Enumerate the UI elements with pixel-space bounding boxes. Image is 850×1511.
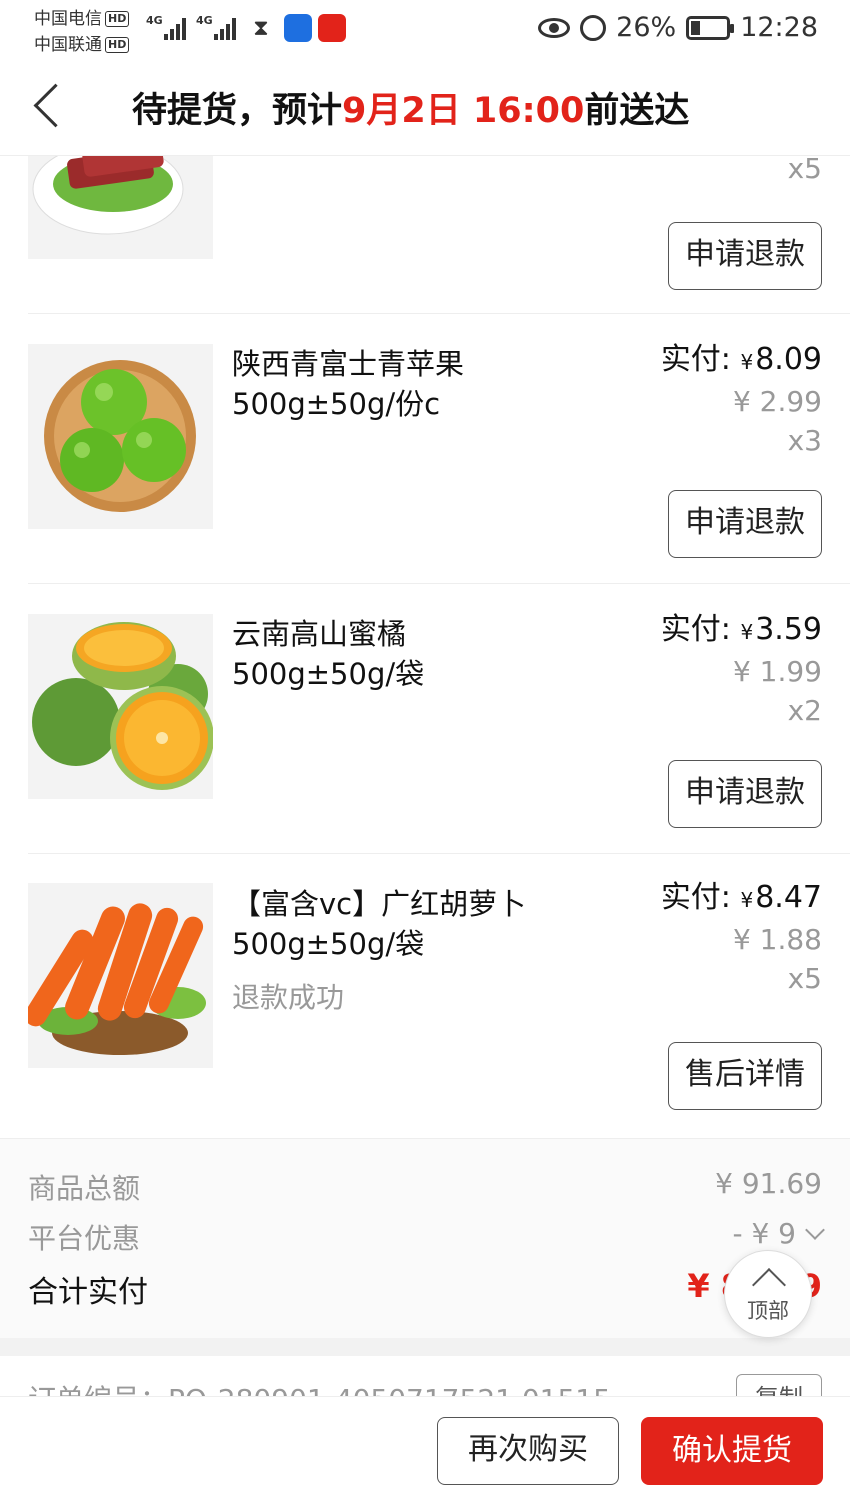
refund-button[interactable]: 申请退款	[668, 222, 822, 290]
paid-amount: 实付: ¥3.59	[660, 612, 822, 647]
refund-button[interactable]: 申请退款	[668, 760, 822, 828]
unit-price: ¥ 1.88	[732, 923, 822, 956]
hd-badge: HD	[105, 11, 130, 27]
list-item: x5 申请退款	[0, 74, 850, 314]
product-name: 云南高山蜜橘	[232, 617, 407, 651]
product-name: 陕西青富士青苹果	[232, 347, 465, 381]
paid-amount: 实付: ¥8.47	[660, 880, 822, 915]
order-number-row: 订单编号：PO-280901-4050717521 01515 复制	[0, 1356, 850, 1396]
total-label: 合计实付	[28, 1275, 148, 1310]
order-number: 订单编号：PO-280901-4050717521 01515	[28, 1378, 611, 1396]
unit-price: ¥ 1.99	[732, 655, 822, 688]
confirm-pickup-button[interactable]: 确认提货	[641, 1417, 823, 1485]
chevron-down-icon	[805, 1220, 825, 1240]
product-spec: 500g±50g/袋	[232, 927, 425, 961]
quantity: x2	[787, 694, 822, 727]
green-apples-image	[28, 344, 213, 529]
back-arrow-icon[interactable]	[30, 82, 70, 132]
after-sales-button[interactable]: 售后详情	[668, 1042, 822, 1110]
product-name: 【富含vc】广红胡萝卜	[232, 887, 527, 921]
tangerines-image	[28, 614, 213, 799]
goods-total-value: ¥ 91.69	[715, 1167, 822, 1200]
title-date: 9月2日 16:00	[342, 91, 585, 131]
alarm-icon	[580, 14, 607, 41]
list-item: 云南高山蜜橘 500g±50g/袋 实付: ¥3.59 ¥ 1.99 x2 申请…	[0, 584, 850, 854]
product-spec: 500g±50g/袋	[232, 657, 425, 691]
buy-again-button[interactable]: 再次购买	[437, 1417, 619, 1485]
back-to-top-button[interactable]: 顶部	[724, 1250, 812, 1338]
eye-icon	[538, 17, 571, 38]
paid-amount: 实付: ¥8.09	[660, 342, 822, 377]
app-notification-icon	[284, 14, 312, 42]
unit-price: ¥ 2.99	[732, 385, 822, 418]
quantity: x3	[787, 424, 822, 457]
status-right: 26% 12:28	[538, 12, 818, 43]
carrots-image	[28, 883, 213, 1068]
back-to-top-label: 顶部	[747, 1299, 789, 1323]
page-title: 待提货，预计9月2日 16:00前送达	[132, 82, 689, 133]
carrier-2: 中国联通	[34, 35, 102, 55]
signal-icon: 4G	[146, 14, 190, 42]
product-spec: 500g±50g/份c	[232, 387, 441, 421]
discount-label: 平台优惠	[28, 1222, 141, 1255]
title-prefix: 待提货，预计	[132, 91, 343, 131]
clock: 12:28	[740, 12, 818, 43]
status-bar: 中国电信 HD 中国联通 HD 4G 4G ⧗ 26% 12:28	[0, 0, 850, 60]
hourglass-icon: ⧗	[253, 16, 269, 41]
battery-percent: 26%	[616, 12, 677, 43]
title-suffix: 前送达	[584, 91, 690, 131]
carrier-1: 中国电信	[34, 9, 102, 29]
quantity: x5	[787, 962, 822, 995]
list-item: 【富含vc】广红胡萝卜 500g±50g/袋 退款成功 实付: ¥8.47 ¥ …	[0, 854, 850, 1138]
order-summary: 商品总额 ¥ 91.69 平台优惠 - ¥ 9 合计实付 ¥ 82.69	[0, 1138, 850, 1338]
refund-status: 退款成功	[232, 981, 345, 1014]
battery-icon	[686, 15, 735, 40]
refund-button[interactable]: 申请退款	[668, 490, 822, 558]
copy-button[interactable]: 复制	[736, 1374, 822, 1396]
carrier-info: 中国电信 HD 中国联通 HD	[34, 6, 130, 58]
hd-badge: HD	[105, 37, 130, 53]
app-notification-icon	[318, 14, 346, 42]
page-header: 待提货，预计9月2日 16:00前送达	[0, 60, 850, 156]
goods-total-label: 商品总额	[28, 1172, 141, 1205]
section-divider	[0, 1338, 850, 1356]
list-item: 陕西青富士青苹果 500g±50g/份c 实付: ¥8.09 ¥ 2.99 x3…	[0, 314, 850, 584]
discount-value: - ¥ 9	[732, 1217, 825, 1250]
signal-icon: 4G	[196, 14, 240, 42]
bottom-action-bar: 再次购买 确认提货	[0, 1396, 850, 1511]
